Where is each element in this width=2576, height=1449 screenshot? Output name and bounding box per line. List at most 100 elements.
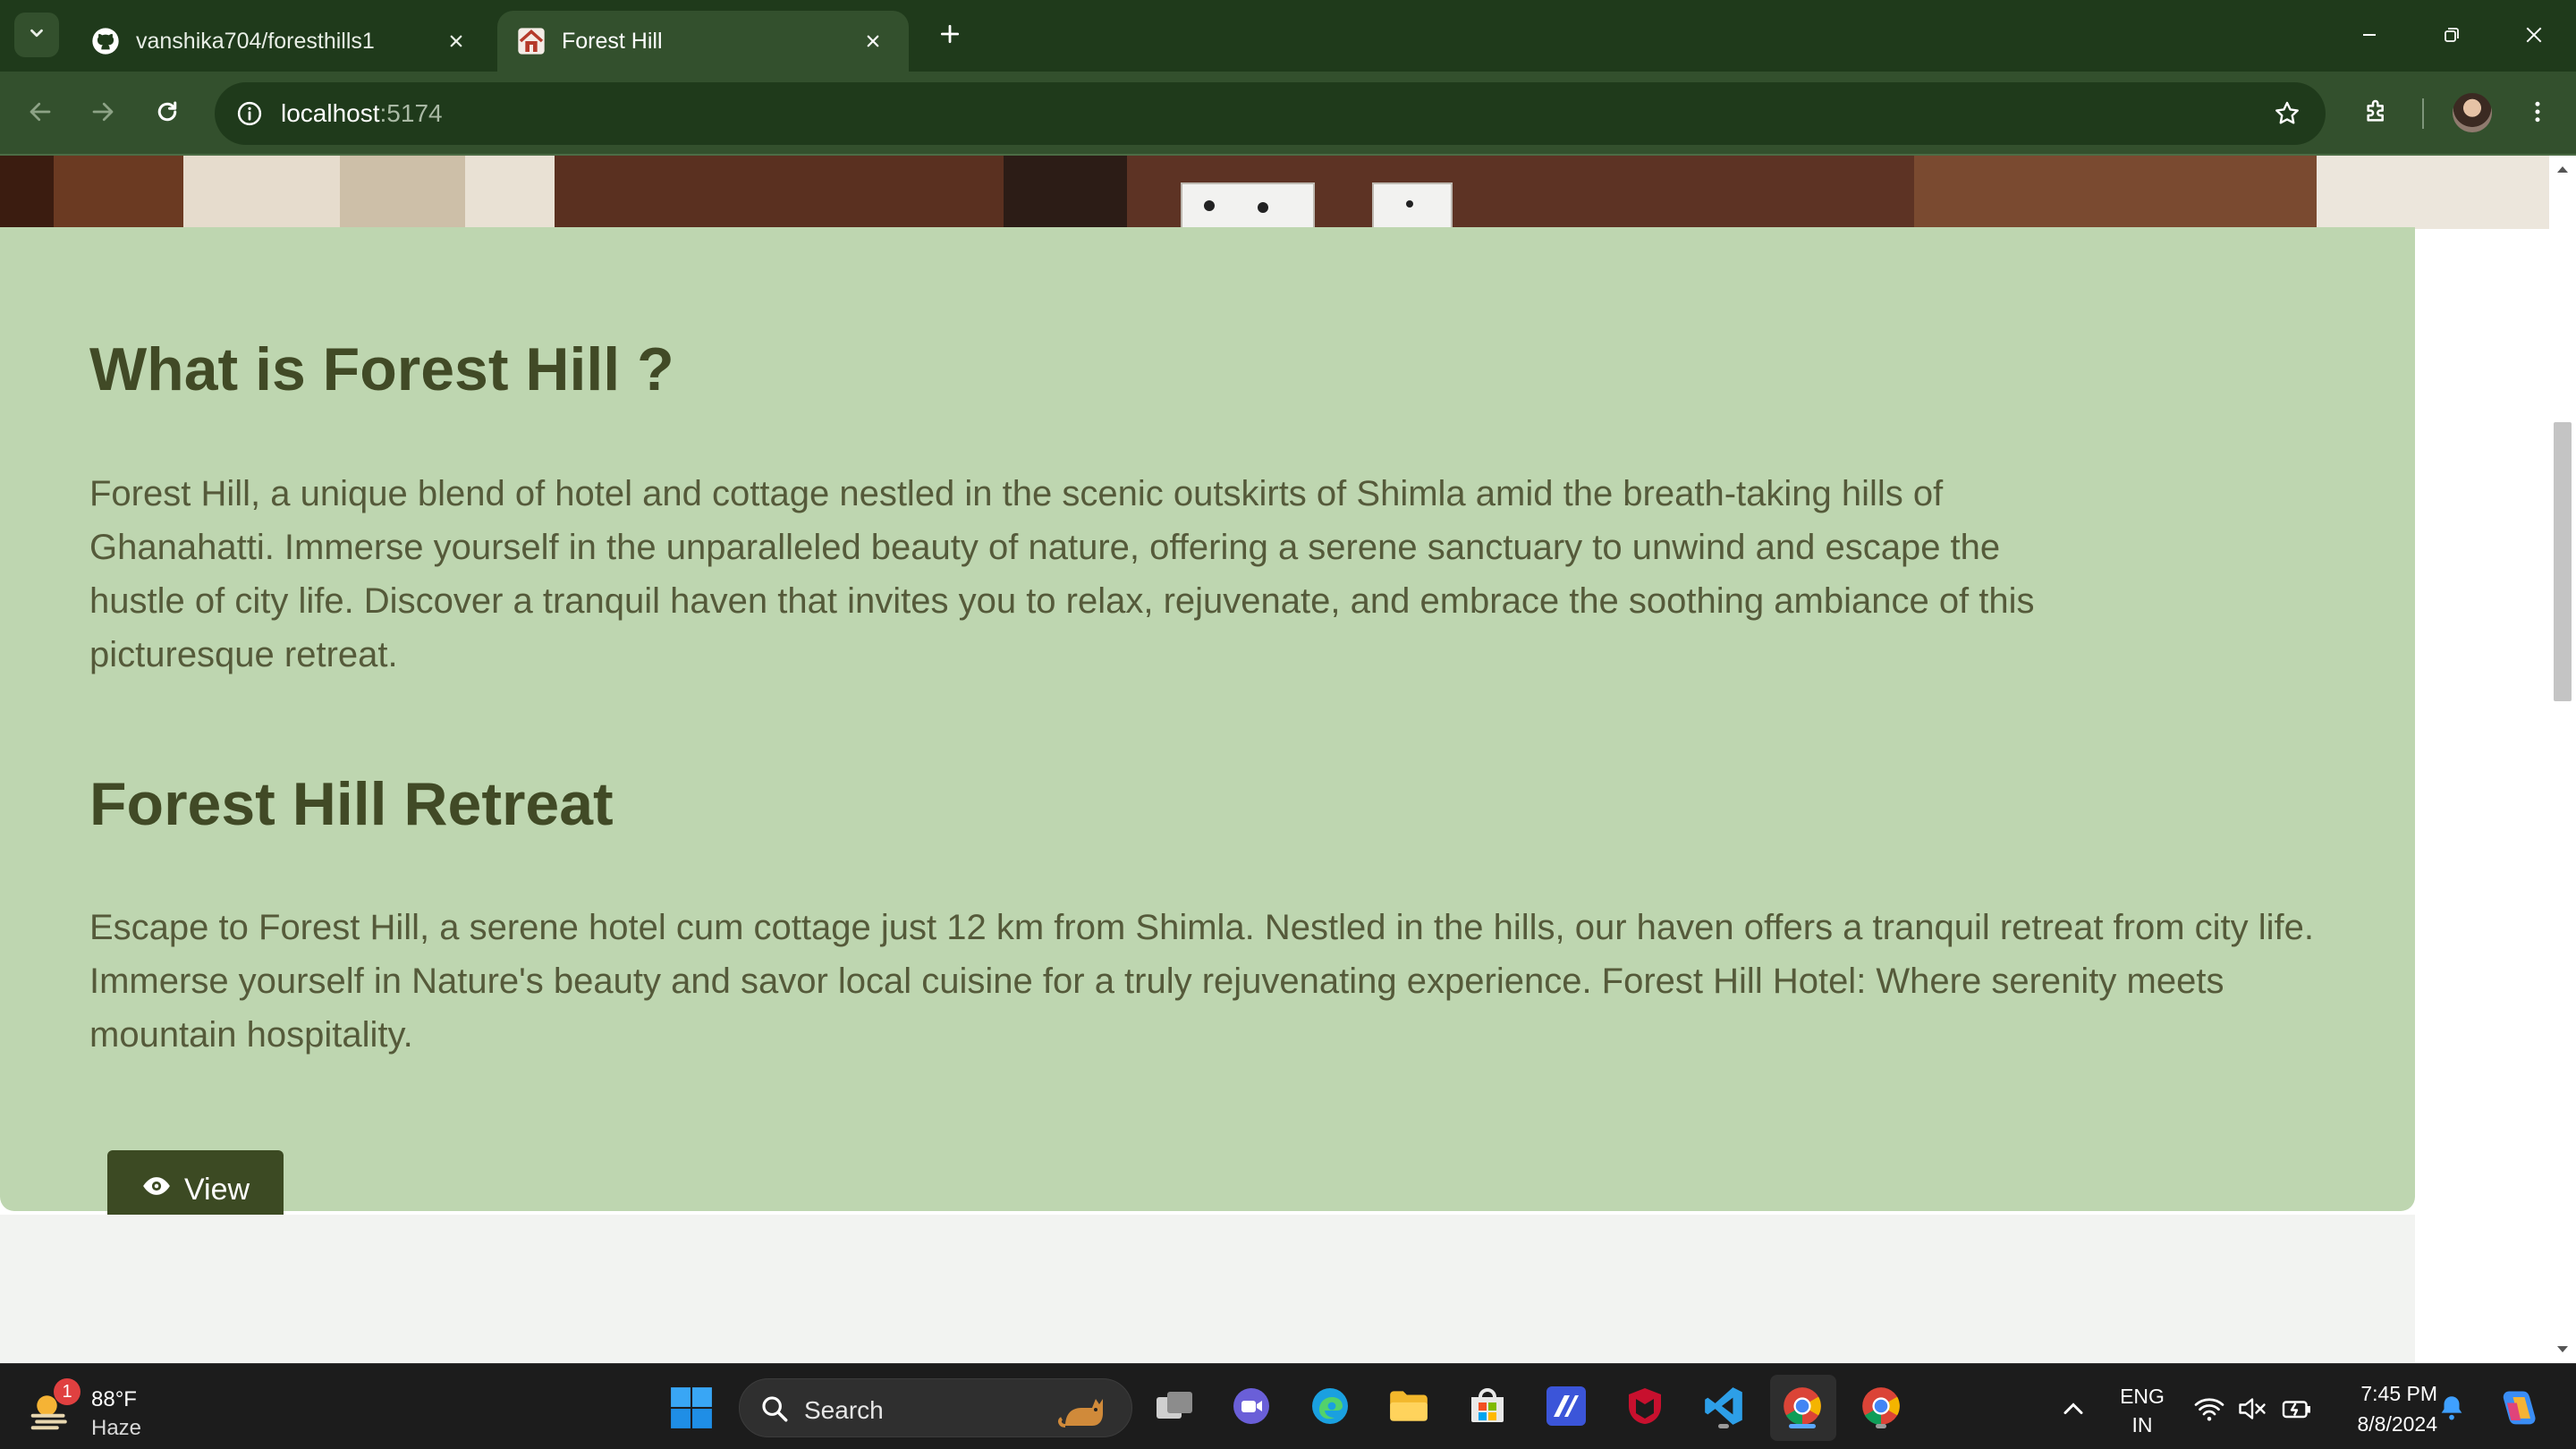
volume-muted-icon[interactable] — [2236, 1393, 2268, 1425]
region-code: IN — [2131, 1413, 2153, 1436]
back-button[interactable] — [18, 91, 63, 136]
start-button[interactable] — [669, 1385, 714, 1430]
notification-badge: 1 — [54, 1378, 80, 1405]
language-indicator[interactable]: ENG IN — [2120, 1382, 2165, 1439]
paragraph-line: Forest Hill, a unique blend of hotel and… — [89, 474, 1944, 513]
address-bar[interactable]: localhost:5174 — [215, 82, 2326, 145]
browser-toolbar: localhost:5174 — [0, 72, 2576, 156]
puzzle-icon — [2362, 97, 2391, 131]
copilot-icon[interactable] — [2496, 1385, 2542, 1432]
avatar[interactable] — [2453, 93, 2492, 132]
about-section: What is Forest Hill ? Forest Hill, a uni… — [0, 227, 2415, 1229]
tab-search-button[interactable] — [14, 13, 59, 57]
more-vertical-icon — [2524, 98, 2551, 130]
site-info-icon[interactable] — [227, 91, 272, 136]
browser-tab-strip: vanshika704/foresthills1 Forest Hill — [0, 0, 2576, 72]
microsoft-store-app[interactable] — [1463, 1384, 1512, 1432]
paragraph-line: Escape to Forest Hill, a serene hotel cu… — [89, 908, 2315, 947]
close-window-button[interactable] — [2512, 14, 2556, 59]
scrollbar-thumb[interactable] — [2554, 422, 2572, 701]
arrow-right-icon — [89, 98, 116, 130]
wall-socket — [1181, 182, 1315, 229]
hero-image — [0, 156, 2549, 229]
video-chat-icon — [1230, 1385, 1273, 1432]
close-icon[interactable] — [857, 25, 889, 57]
meet-app[interactable] — [1227, 1384, 1275, 1432]
extensions-button[interactable] — [2354, 91, 2399, 136]
weather-condition: Haze — [91, 1416, 142, 1440]
vscode-app[interactable] — [1699, 1384, 1748, 1432]
language-code: ENG — [2120, 1385, 2165, 1408]
minimize-button[interactable] — [2347, 14, 2392, 59]
shield-icon — [1623, 1385, 1666, 1432]
system-clock[interactable]: 7:45 PM 8/8/2024 — [2330, 1378, 2437, 1439]
file-explorer-app[interactable] — [1385, 1384, 1433, 1432]
browser-menu-button[interactable] — [2515, 91, 2560, 136]
retreat-heading: Forest Hill Retreat — [89, 770, 614, 838]
new-tab-button[interactable] — [930, 16, 970, 55]
clock-time: 7:45 PM — [2360, 1382, 2437, 1405]
star-icon[interactable] — [2265, 91, 2309, 136]
chrome-app-active[interactable] — [1778, 1384, 1826, 1432]
chevron-down-icon — [27, 23, 47, 47]
url-text: localhost:5174 — [281, 99, 443, 128]
bell-icon[interactable] — [2436, 1393, 2469, 1425]
search-icon — [759, 1394, 790, 1424]
restore-icon — [2443, 26, 2461, 48]
scroll-up-icon[interactable] — [2555, 161, 2571, 177]
battery-charging-icon[interactable] — [2281, 1393, 2313, 1425]
house-icon — [517, 27, 546, 55]
automate-icon — [1545, 1385, 1588, 1432]
eye-icon — [141, 1171, 172, 1209]
page-scrollbar[interactable] — [2549, 156, 2576, 1363]
about-heading: What is Forest Hill ? — [89, 335, 674, 403]
reload-button[interactable] — [145, 91, 190, 136]
tab-title: Forest Hill — [562, 28, 663, 54]
about-paragraph: Forest Hill, a unique blend of hotel and… — [89, 467, 2035, 682]
running-indicator — [1876, 1424, 1886, 1428]
weather-widget[interactable]: 1 88°F Haze — [27, 1377, 179, 1440]
store-icon — [1466, 1385, 1509, 1432]
paragraph-line: Ghanahatti. Immerse yourself in the unpa… — [89, 528, 2001, 567]
edge-icon — [1309, 1385, 1352, 1432]
close-icon[interactable] — [440, 25, 472, 57]
paragraph-line: mountain hospitality. — [89, 1015, 413, 1055]
url-host: localhost — [281, 99, 380, 127]
github-icon — [91, 27, 120, 55]
task-view-icon — [1153, 1385, 1196, 1432]
wifi-icon[interactable] — [2193, 1393, 2225, 1425]
folder-icon — [1386, 1384, 1431, 1433]
search-label: Search — [804, 1396, 884, 1424]
active-indicator — [1789, 1424, 1816, 1428]
tab-title: vanshika704/foresthills1 — [136, 28, 375, 54]
arrow-left-icon — [27, 98, 54, 130]
chrome-app[interactable] — [1857, 1384, 1905, 1432]
forward-button[interactable] — [80, 91, 125, 136]
reload-icon — [154, 98, 181, 130]
restore-button[interactable] — [2429, 14, 2474, 59]
scroll-down-icon[interactable] — [2555, 1342, 2571, 1358]
next-section — [0, 1215, 2415, 1363]
windows-logo-icon — [669, 1387, 714, 1434]
cat-icon — [1056, 1386, 1110, 1431]
wall-switch — [1372, 182, 1453, 229]
view-button-label: View — [183, 1172, 250, 1207]
tab-forest-hill[interactable]: Forest Hill — [497, 11, 909, 72]
paragraph-line: picturesque retreat. — [89, 635, 398, 674]
mcafee-app[interactable] — [1621, 1384, 1669, 1432]
edge-app[interactable] — [1306, 1384, 1354, 1432]
chevron-up-icon[interactable] — [2057, 1393, 2089, 1425]
paragraph-line: hustle of city life. Discover a tranquil… — [89, 581, 2035, 621]
minimize-icon — [2360, 26, 2378, 48]
power-automate-app[interactable] — [1542, 1384, 1590, 1432]
paragraph-line: Immerse yourself in Nature's beauty and … — [89, 962, 2224, 1001]
url-port: :5174 — [379, 99, 443, 127]
retreat-paragraph: Escape to Forest Hill, a serene hotel cu… — [89, 901, 2314, 1062]
page-viewport: What is Forest Hill ? Forest Hill, a uni… — [0, 156, 2549, 1363]
task-view-button[interactable] — [1150, 1384, 1199, 1432]
toolbar-divider — [2422, 98, 2424, 129]
taskbar-search[interactable]: Search — [739, 1378, 1132, 1437]
plus-icon — [938, 22, 962, 50]
tab-github[interactable]: vanshika704/foresthills1 — [72, 11, 492, 72]
windows-taskbar: 1 88°F Haze Search ENG IN 7:45 PM 8/8/20… — [0, 1363, 2576, 1449]
